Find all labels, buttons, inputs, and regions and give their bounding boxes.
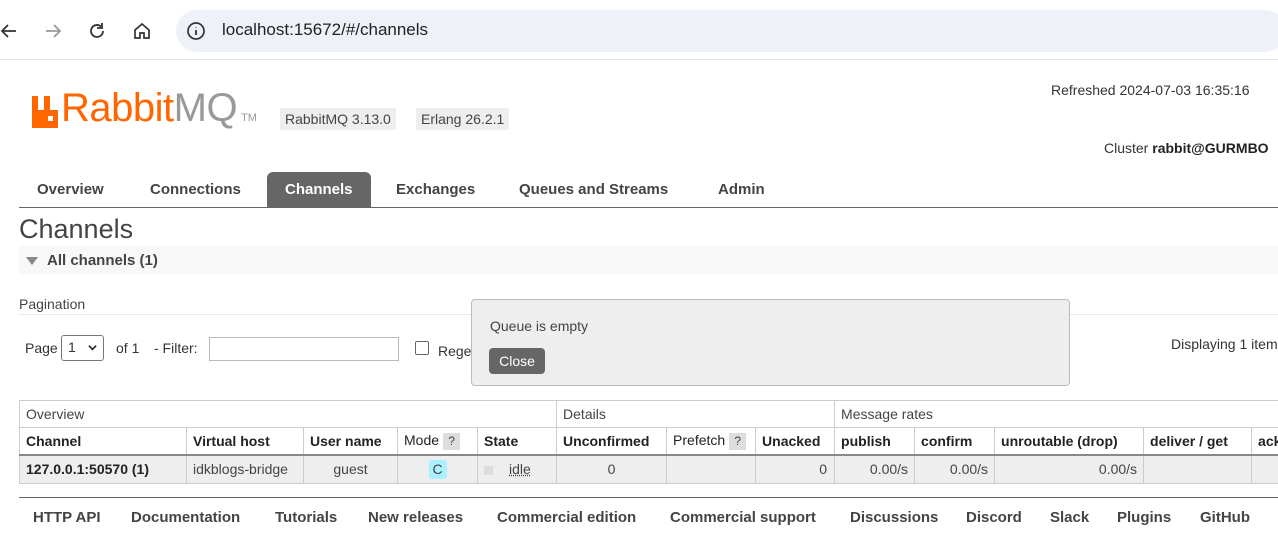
footer-link-github[interactable]: GitHub [1200, 509, 1250, 526]
cell-prefetch [667, 455, 756, 484]
col-virtual-host[interactable]: Virtual host [187, 428, 304, 455]
cluster-info: Cluster rabbit@GURMBO [1104, 140, 1269, 156]
cell-virtual-host: idkblogs-bridge [187, 455, 304, 484]
tab-admin[interactable]: Admin [700, 172, 783, 207]
page-label: Page [25, 340, 58, 356]
tab-exchanges[interactable]: Exchanges [378, 172, 493, 207]
col-user-name[interactable]: User name [304, 428, 398, 455]
erlang-version-badge: Erlang 26.2.1 [416, 108, 509, 130]
table-row: 127.0.0.1:50570 (1) idkblogs-bridge gues… [20, 455, 1278, 484]
page-title: Channels [19, 214, 133, 245]
col-mode: Mode? [398, 428, 478, 455]
footer-link-tutorials[interactable]: Tutorials [275, 509, 337, 526]
popup-message: Queue is empty [490, 318, 588, 334]
cell-unacked: 0 [756, 455, 835, 484]
pagination-label: Pagination [19, 296, 85, 312]
col-ack[interactable]: ack [1252, 428, 1278, 455]
col-state[interactable]: State [478, 428, 557, 455]
prefetch-help-icon[interactable]: ? [729, 433, 746, 450]
collapse-triangle-icon [26, 257, 38, 265]
tab-connections[interactable]: Connections [132, 172, 259, 207]
footer-link-http-api[interactable]: HTTP API [33, 509, 101, 526]
footer-link-documentation[interactable]: Documentation [131, 509, 240, 526]
page-of-label: of 1 [116, 340, 139, 356]
footer-link-new-releases[interactable]: New releases [368, 509, 463, 526]
home-icon [132, 21, 152, 41]
col-unroutable[interactable]: unroutable (drop) [995, 428, 1144, 455]
channels-table: Overview Details Message rates Channel V… [19, 400, 1278, 484]
chevron-down-icon [88, 343, 97, 352]
displaying-count: Displaying 1 item [1171, 336, 1278, 352]
footer-link-commercial-support[interactable]: Commercial support [670, 509, 816, 526]
logo-tm-text: TM [241, 112, 257, 124]
browser-toolbar: localhost:15672/#/channels [0, 0, 1278, 60]
queue-empty-popup: Queue is empty Close [471, 299, 1070, 386]
close-button[interactable]: Close [489, 348, 545, 374]
state-idle-text: idle [509, 461, 531, 477]
cluster-name: rabbit@GURMBO [1152, 140, 1268, 156]
tab-overview[interactable]: Overview [19, 172, 122, 207]
footer-link-plugins[interactable]: Plugins [1117, 509, 1171, 526]
cell-ack [1252, 455, 1278, 484]
forward-button[interactable] [36, 14, 70, 48]
rabbitmq-logo[interactable]: Rabbit MQ TM [30, 88, 257, 128]
cell-publish: 0.00/s [835, 455, 915, 484]
all-channels-section-toggle[interactable]: All channels (1) [19, 246, 1278, 274]
rabbitmq-logo-icon [30, 96, 60, 128]
page-select-value: 1 [68, 339, 76, 355]
reload-icon [87, 21, 107, 41]
footer-link-discussions[interactable]: Discussions [850, 509, 938, 526]
arrow-right-icon [43, 21, 63, 41]
cell-mode: C [398, 455, 478, 484]
all-channels-label: All channels (1) [47, 252, 158, 269]
col-publish[interactable]: publish [835, 428, 915, 455]
info-icon[interactable] [186, 21, 206, 41]
filter-label: - Filter: [154, 340, 198, 356]
col-confirm[interactable]: confirm [915, 428, 995, 455]
cell-channel-link[interactable]: 127.0.0.1:50570 (1) [20, 455, 187, 484]
footer-link-slack[interactable]: Slack [1050, 509, 1089, 526]
cell-user-name: guest [304, 455, 398, 484]
cell-confirm: 0.00/s [915, 455, 995, 484]
col-deliver-get[interactable]: deliver / get [1144, 428, 1252, 455]
tab-channels[interactable]: Channels [267, 172, 371, 207]
refreshed-timestamp[interactable]: Refreshed 2024-07-03 16:35:16 [1051, 82, 1249, 98]
arrow-left-icon [0, 21, 19, 41]
home-button[interactable] [125, 14, 159, 48]
col-channel[interactable]: Channel [20, 428, 187, 455]
main-tabs: Overview Connections Channels Exchanges … [19, 172, 1278, 208]
tab-queues-and-streams[interactable]: Queues and Streams [501, 172, 686, 207]
group-header-overview: Overview [20, 401, 557, 428]
logo-mq-text: MQ [174, 88, 237, 128]
col-prefetch: Prefetch? [667, 428, 756, 455]
cluster-label: Cluster [1104, 140, 1148, 156]
col-unconfirmed[interactable]: Unconfirmed [557, 428, 667, 455]
rabbitmq-version-badge: RabbitMQ 3.13.0 [280, 108, 396, 130]
back-button[interactable] [0, 14, 26, 48]
state-indicator [484, 466, 493, 475]
logo-rabbit-text: Rabbit [61, 88, 174, 128]
footer-link-discord[interactable]: Discord [966, 509, 1022, 526]
cell-deliver-get [1144, 455, 1252, 484]
filter-input[interactable] [209, 337, 399, 361]
cell-unconfirmed: 0 [557, 455, 667, 484]
reload-button[interactable] [80, 14, 114, 48]
footer-link-commercial-edition[interactable]: Commercial edition [497, 509, 636, 526]
footer-divider [19, 497, 1278, 498]
mode-help-icon[interactable]: ? [443, 433, 460, 450]
regex-checkbox[interactable] [415, 341, 429, 355]
col-unacked[interactable]: Unacked [756, 428, 835, 455]
cell-unroutable: 0.00/s [995, 455, 1144, 484]
url-text[interactable]: localhost:15672/#/channels [222, 20, 428, 40]
group-header-message-rates: Message rates [835, 401, 1278, 428]
group-header-details: Details [557, 401, 835, 428]
cell-state: idle [478, 455, 557, 484]
address-bar[interactable]: localhost:15672/#/channels [176, 10, 1278, 52]
page-select[interactable]: 1 [61, 335, 104, 361]
mode-confirm-badge: C [429, 460, 447, 479]
